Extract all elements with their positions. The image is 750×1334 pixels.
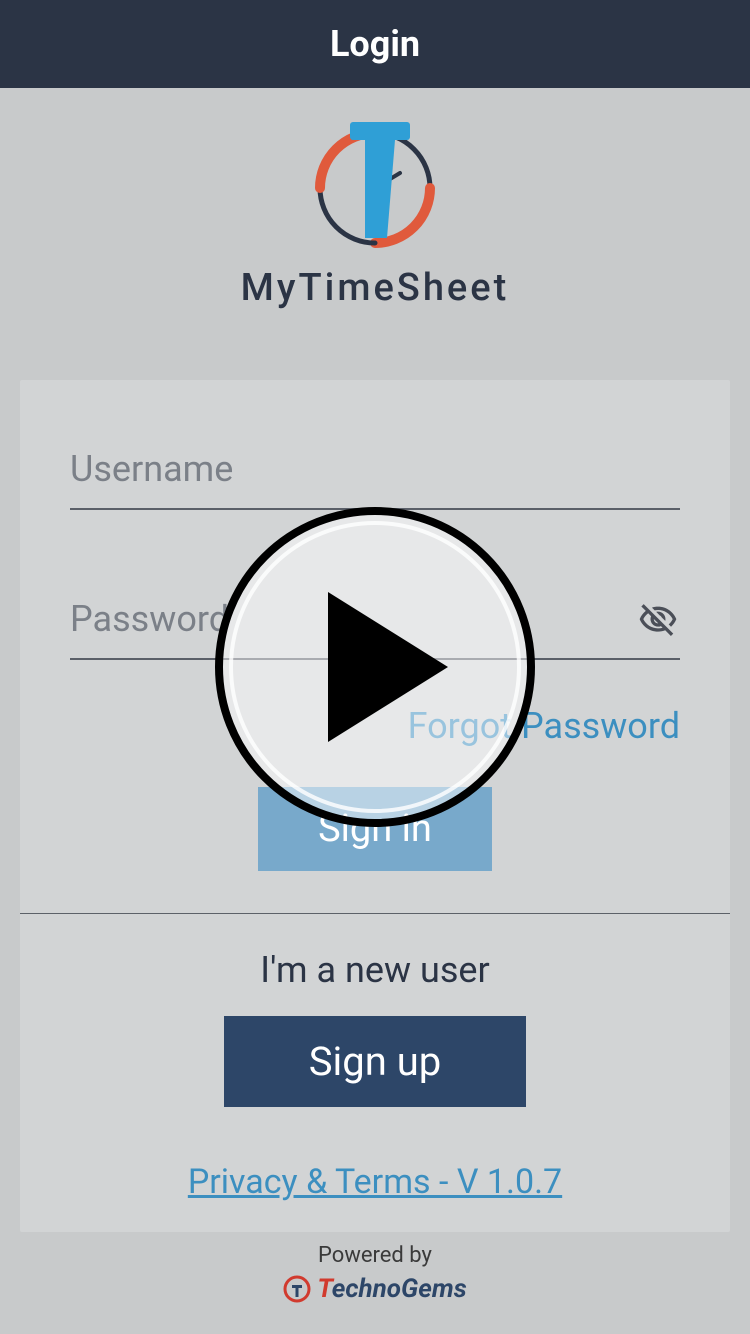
technogems-name: TechnoGems (317, 1274, 466, 1304)
toggle-password-visibility-icon[interactable] (636, 598, 680, 642)
logo-area: MyTimeSheet (0, 88, 750, 330)
technogems-logo: TechnoGems (0, 1274, 750, 1304)
powered-by-text: Powered by (0, 1243, 750, 1268)
new-user-text: I'm a new user (70, 949, 680, 991)
footer: Powered by TechnoGems (0, 1243, 750, 1304)
username-field[interactable] (70, 430, 680, 510)
new-user-section: I'm a new user Sign up Privacy & Terms -… (70, 914, 680, 1202)
signup-button[interactable]: Sign up (224, 1016, 526, 1107)
username-row (70, 430, 680, 510)
app-logo-icon (305, 118, 445, 258)
play-button[interactable] (215, 507, 535, 827)
technogems-icon (283, 1275, 311, 1303)
play-icon (328, 592, 448, 742)
privacy-terms-link[interactable]: Privacy & Terms - V 1.0.7 (70, 1162, 680, 1202)
header-title: Login (330, 23, 420, 65)
app-name: MyTimeSheet (241, 266, 510, 310)
header-bar: Login (0, 0, 750, 88)
